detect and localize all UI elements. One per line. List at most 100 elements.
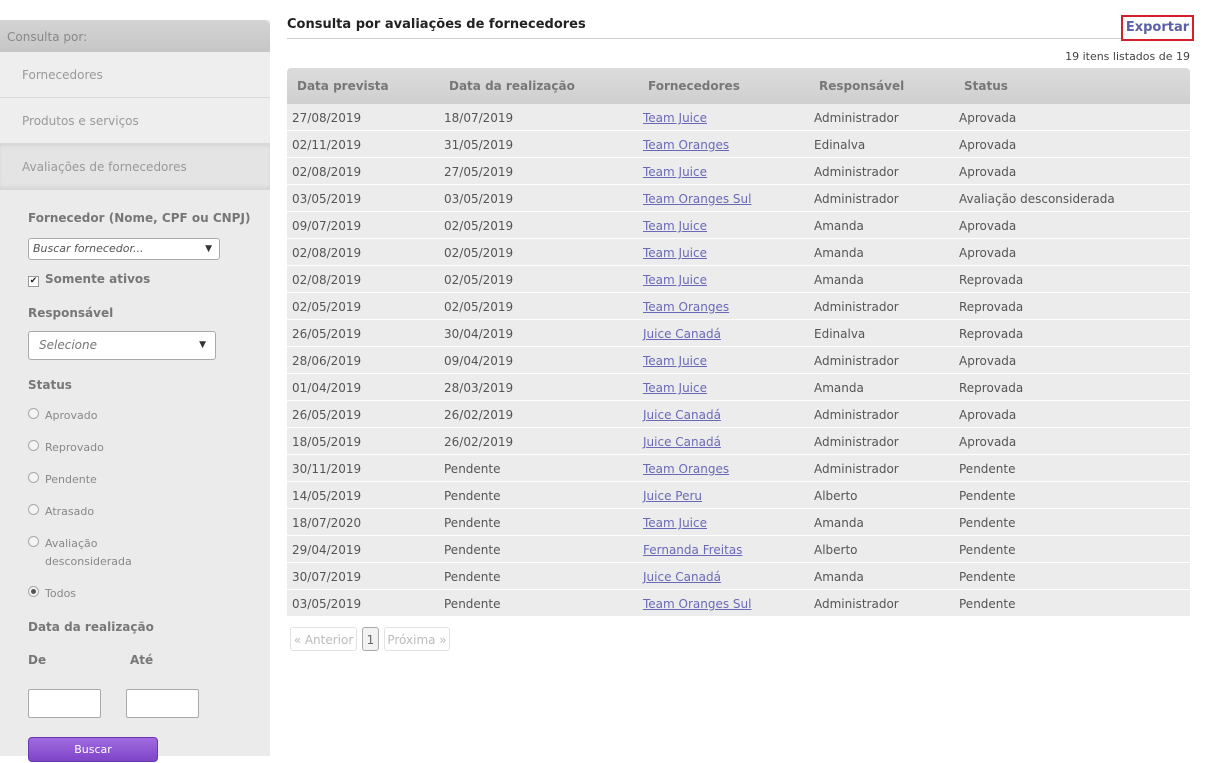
cell-responsavel: Edinalva (814, 327, 866, 341)
table-row: 02/05/2019 02/05/2019 Team Oranges Administ… (287, 293, 1190, 320)
cell-data-realizacao: 18/07/2019 (444, 111, 514, 125)
supplier-link[interactable]: Team Juice (643, 219, 707, 233)
table-row: 28/06/2019 09/04/2019 Team Juice Administra… (287, 347, 1190, 374)
table-row: 02/08/2019 02/05/2019 Team Juice Amanda Apro… (287, 239, 1190, 266)
radio-icon[interactable] (28, 408, 39, 419)
cell-status: Reprovada (959, 300, 1024, 314)
cell-status: Pendente (959, 516, 1016, 530)
cell-data-prevista: 02/08/2019 (292, 246, 362, 260)
supplier-link[interactable]: Team Juice (643, 111, 707, 125)
cell-status: Aprovada (959, 408, 1017, 422)
column-header-status[interactable]: Status (964, 79, 1008, 93)
column-header-responsavel[interactable]: Responsável (819, 79, 904, 93)
radio-checked-icon[interactable] (28, 586, 39, 597)
cell-data-realizacao: 02/05/2019 (444, 219, 514, 233)
column-header-fornecedores[interactable]: Fornecedores (648, 79, 740, 93)
radio-icon[interactable] (28, 504, 39, 515)
cell-fornecedor: Team Juice (643, 165, 707, 179)
supplier-link[interactable]: Team Oranges (643, 300, 729, 314)
cell-data-prevista: 29/04/2019 (292, 543, 362, 557)
cell-fornecedor: Team Juice (643, 354, 707, 368)
supplier-link[interactable]: Juice Canadá (643, 435, 721, 449)
cell-responsavel: Amanda (814, 381, 864, 395)
cell-data-realizacao: 03/05/2019 (444, 192, 514, 206)
cell-responsavel: Alberto (814, 543, 858, 557)
supplier-link[interactable]: Team Juice (643, 354, 707, 368)
cell-data-prevista: 18/07/2020 (292, 516, 362, 530)
cell-data-realizacao: 26/02/2019 (444, 435, 514, 449)
cell-data-prevista: 30/11/2019 (292, 462, 362, 476)
radio-icon[interactable] (28, 472, 39, 483)
cell-fornecedor: Team Oranges (643, 138, 729, 152)
cell-data-realizacao: 02/05/2019 (444, 300, 514, 314)
cell-responsavel: Administrador (814, 192, 899, 206)
cell-status: Aprovada (959, 354, 1017, 368)
cell-responsavel: Administrador (814, 462, 899, 476)
export-button[interactable]: Exportar (1121, 15, 1194, 41)
cell-data-realizacao: 09/04/2019 (444, 354, 514, 368)
pagination-prev[interactable]: « Anterior (290, 627, 357, 651)
cell-data-prevista: 26/05/2019 (292, 327, 362, 341)
responsible-label: Responsável (28, 306, 114, 320)
supplier-link[interactable]: Team Oranges Sul (643, 597, 752, 611)
table-row: 03/05/2019 Pendente Team Oranges Sul Admini… (287, 590, 1190, 617)
table-row: 27/08/2019 18/07/2019 Team Juice Administra… (287, 104, 1190, 131)
table-row: 26/05/2019 26/02/2019 Juice Canadá Administ… (287, 401, 1190, 428)
supplier-link[interactable]: Fernanda Freitas (643, 543, 742, 557)
cell-fornecedor: Juice Canadá (643, 327, 721, 341)
supplier-link[interactable]: Juice Peru (643, 489, 702, 503)
supplier-link[interactable]: Team Oranges (643, 138, 729, 152)
responsible-select-value: Selecione (39, 338, 97, 352)
cell-fornecedor: Team Oranges (643, 462, 729, 476)
table-row: 26/05/2019 30/04/2019 Juice Canadá Edinalva… (287, 320, 1190, 347)
cell-responsavel: Administrador (814, 597, 899, 611)
column-header-data-realizacao[interactable]: Data da realização (449, 79, 575, 93)
responsible-select[interactable]: Selecione ▼ (28, 331, 216, 360)
cell-status: Aprovada (959, 435, 1017, 449)
radio-icon[interactable] (28, 440, 39, 451)
cell-data-prevista: 02/08/2019 (292, 273, 362, 287)
cell-data-realizacao: Pendente (444, 516, 501, 530)
supplier-link[interactable]: Juice Canadá (643, 327, 721, 341)
supplier-link[interactable]: Team Juice (643, 516, 707, 530)
supplier-link[interactable]: Team Juice (643, 273, 707, 287)
cell-data-realizacao: Pendente (444, 597, 501, 611)
date-from-input[interactable] (28, 689, 101, 718)
cell-responsavel: Amanda (814, 246, 864, 260)
cell-status: Aprovada (959, 219, 1017, 233)
supplier-link[interactable]: Team Juice (643, 381, 707, 395)
cell-responsavel: Administrador (814, 354, 899, 368)
search-button[interactable]: Buscar (28, 737, 158, 762)
pagination-next[interactable]: Próxima » (384, 627, 450, 651)
column-header-data-prevista[interactable]: Data prevista (297, 79, 389, 93)
supplier-link[interactable]: Team Oranges (643, 462, 729, 476)
date-from-label: De (28, 653, 47, 667)
cell-fornecedor: Juice Canadá (643, 408, 721, 422)
table-row: 09/07/2019 02/05/2019 Team Juice Amanda Apro… (287, 212, 1190, 239)
supplier-link[interactable]: Team Oranges Sul (643, 192, 752, 206)
supplier-search-select[interactable]: Buscar fornecedor... ▼ (28, 238, 220, 260)
status-option-label-line2: desconsiderada (45, 555, 132, 568)
status-option-label-line1: Avaliação (45, 537, 98, 550)
pagination-page-current[interactable]: 1 (362, 627, 379, 651)
cell-data-realizacao: 26/02/2019 (444, 408, 514, 422)
cell-data-prevista: 02/11/2019 (292, 138, 362, 152)
only-active-checkbox[interactable]: ✔ (28, 276, 39, 287)
sidebar-item-fornecedores[interactable]: Fornecedores (0, 52, 270, 98)
status-option-label: Aprovado (45, 409, 98, 422)
title-divider (287, 38, 1190, 39)
cell-responsavel: Edinalva (814, 138, 866, 152)
supplier-link[interactable]: Team Juice (643, 165, 707, 179)
sidebar-item-avaliacoes-fornecedores[interactable]: Avaliações de fornecedores (0, 144, 270, 190)
cell-data-prevista: 14/05/2019 (292, 489, 362, 503)
cell-data-prevista: 18/05/2019 (292, 435, 362, 449)
supplier-link[interactable]: Juice Canadá (643, 570, 721, 584)
cell-fornecedor: Juice Canadá (643, 570, 721, 584)
supplier-link[interactable]: Team Juice (643, 246, 707, 260)
cell-responsavel: Administrador (814, 408, 899, 422)
date-to-input[interactable] (126, 689, 199, 718)
sidebar-item-produtos-servicos[interactable]: Produtos e serviços (0, 98, 270, 144)
cell-responsavel: Amanda (814, 273, 864, 287)
supplier-link[interactable]: Juice Canadá (643, 408, 721, 422)
radio-icon[interactable] (28, 536, 39, 547)
